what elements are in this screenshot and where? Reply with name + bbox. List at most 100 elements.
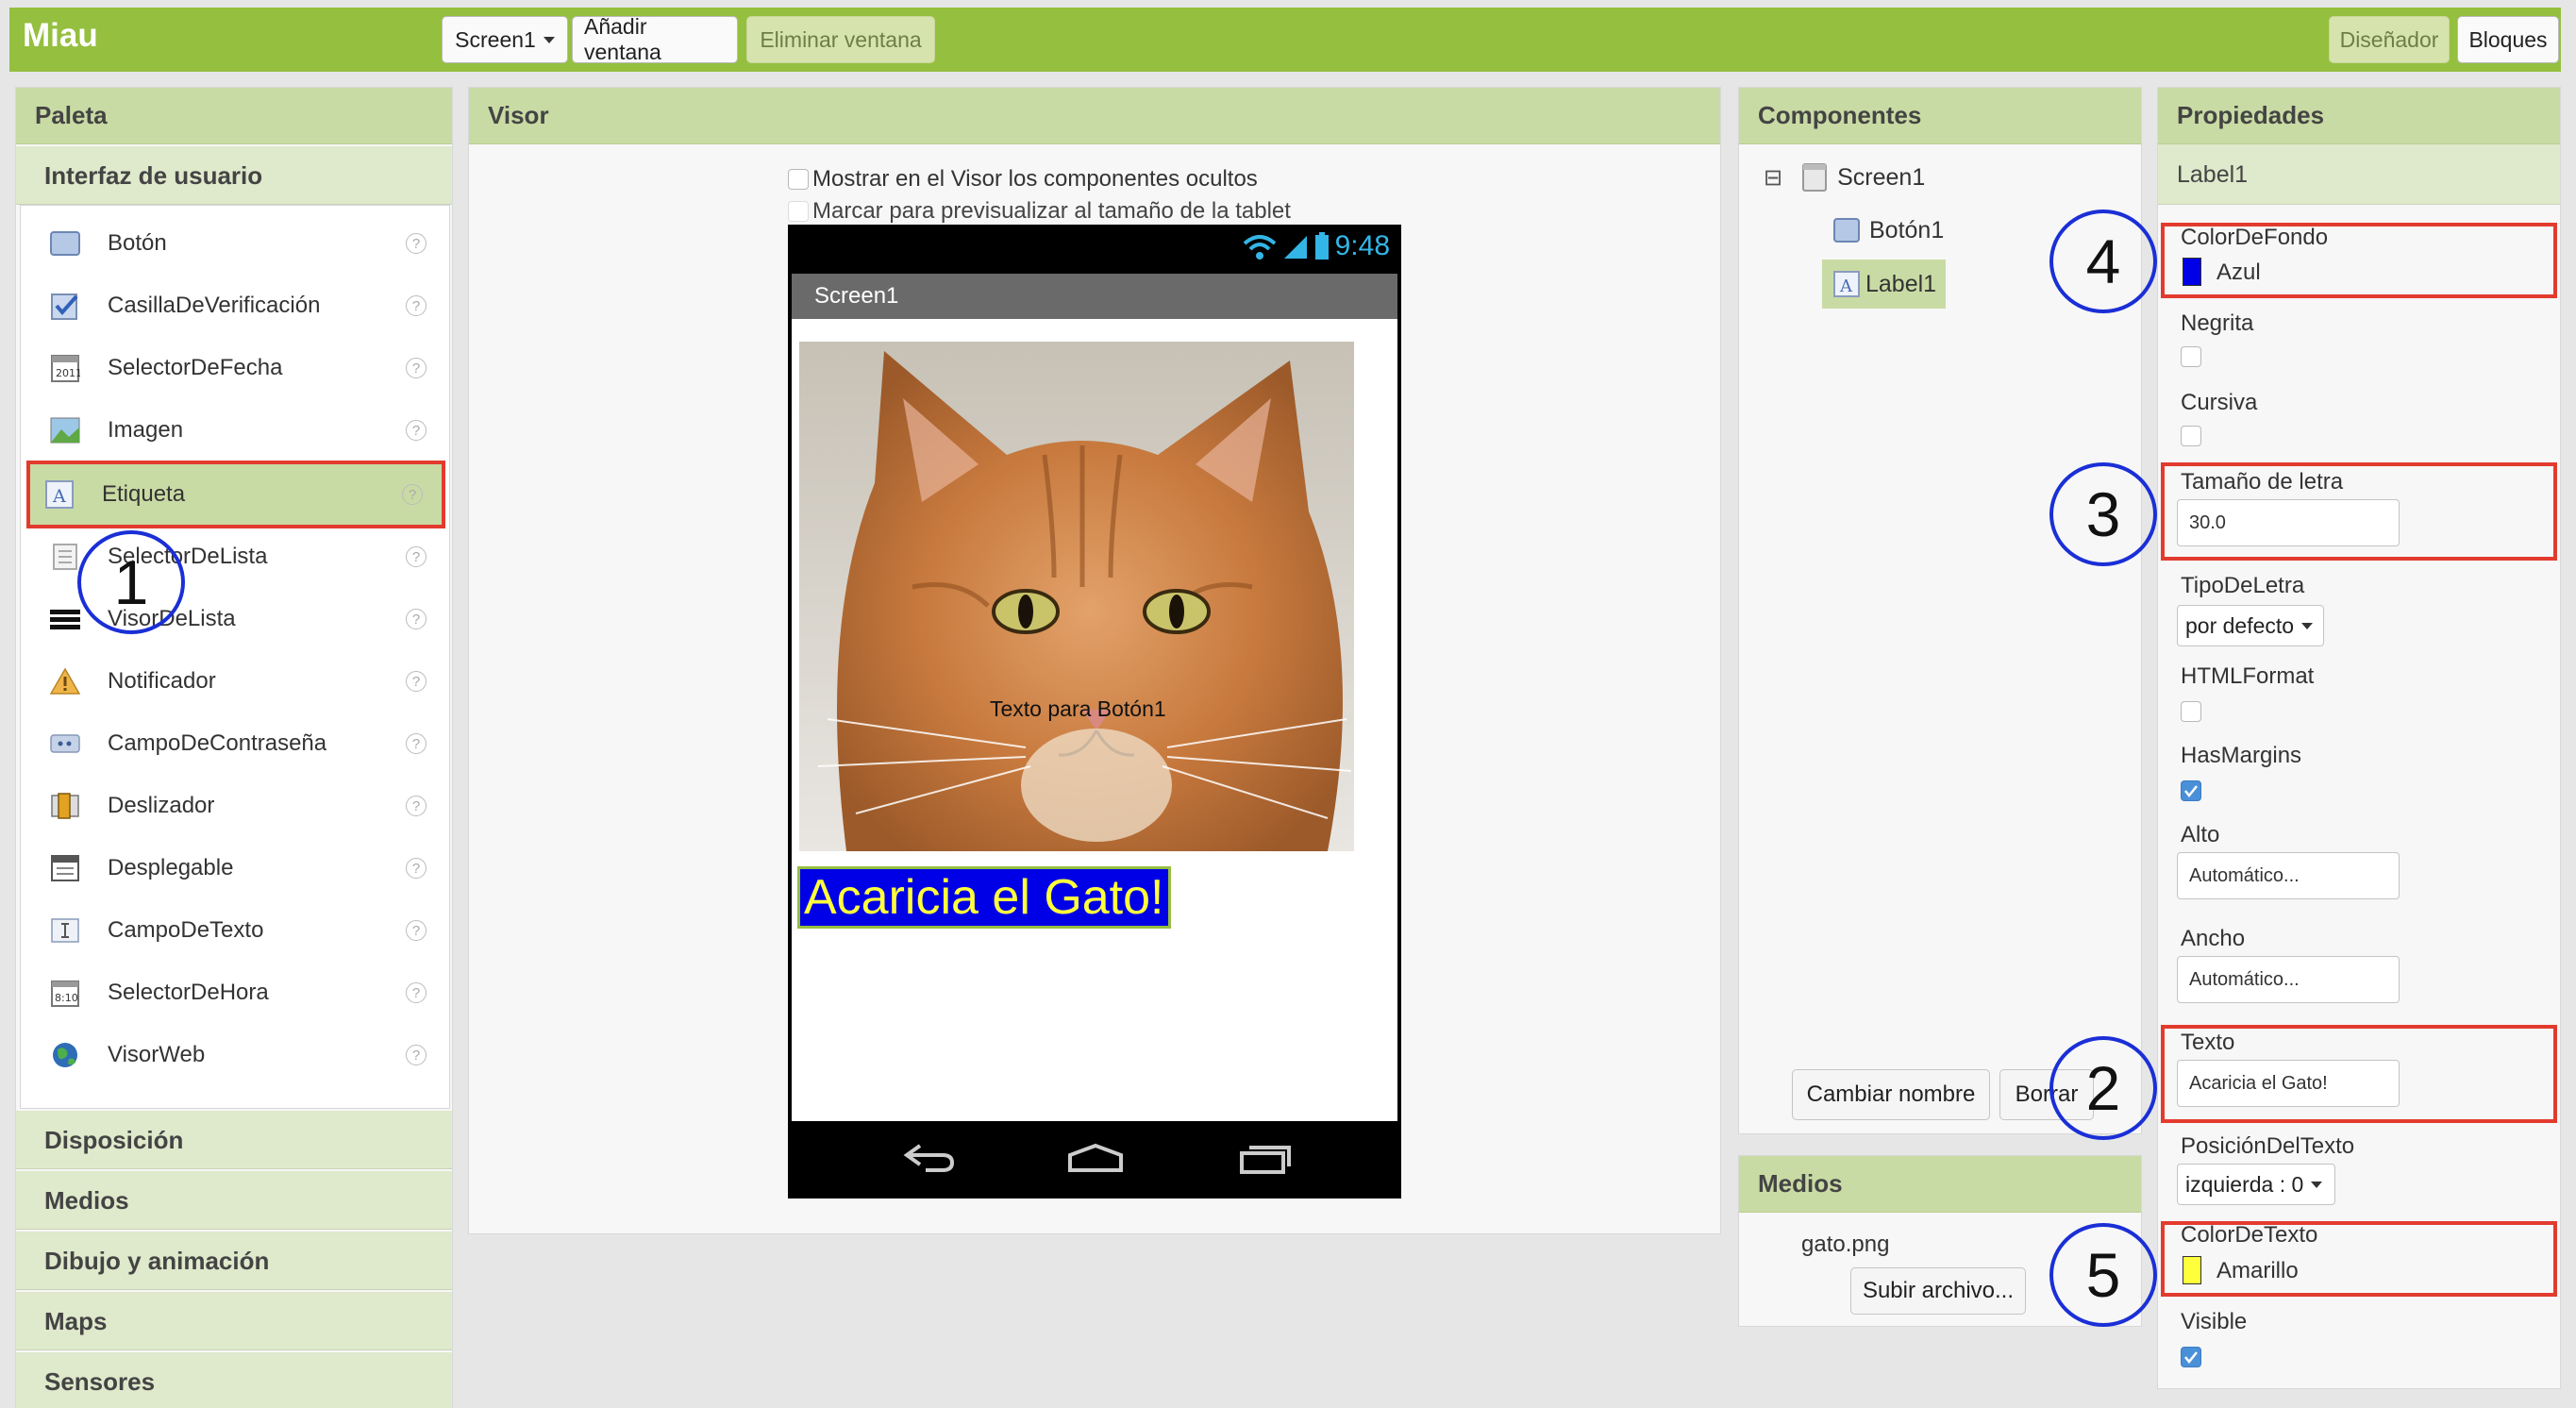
tree-item-label1-selected[interactable]: A Label1 (1822, 260, 1947, 309)
palette-item-button[interactable]: Botón ? (30, 215, 445, 272)
section-media[interactable]: Medios (16, 1171, 452, 1230)
html-format-label: HTMLFormat (2181, 663, 2315, 689)
remove-screen-button[interactable]: Eliminar ventana (746, 16, 935, 63)
palette-item-image[interactable]: Imagen ? (30, 402, 445, 459)
list-picker-icon (49, 541, 81, 573)
highlight-font-size (2161, 462, 2557, 561)
help-icon[interactable]: ? (406, 358, 427, 378)
label-icon: A (43, 478, 75, 511)
textbox-icon (49, 914, 81, 947)
chevron-down-icon (2311, 1181, 2323, 1188)
text-align-select[interactable]: izquierda : 0 (2177, 1164, 2335, 1205)
has-margins-checkbox[interactable] (2181, 780, 2201, 801)
html-format-checkbox[interactable] (2181, 701, 2201, 722)
svg-text:2011: 2011 (56, 367, 80, 379)
visible-label: Visible (2181, 1309, 2248, 1334)
phone-nav-bar (788, 1121, 1401, 1198)
visible-checkbox[interactable] (2181, 1347, 2201, 1367)
callout-2: 2 (2049, 1036, 2157, 1140)
has-margins-label: HasMargins (2181, 743, 2302, 768)
palette-item-time-picker[interactable]: 8:10 SelectorDeHora ? (30, 964, 445, 1021)
palette-list: Botón ? CasillaDeVerificación ? 2011 Sel… (20, 205, 450, 1109)
palette-panel: Paleta Interfaz de usuario Botón ? Casil… (15, 87, 453, 1408)
help-icon[interactable]: ? (406, 233, 427, 254)
bold-label: Negrita (2181, 310, 2254, 336)
check-icon (2184, 785, 2198, 798)
tree-item-button1[interactable]: Botón1 (1833, 216, 1944, 244)
button1-preview-text[interactable]: Texto para Botón1 (990, 696, 1166, 722)
home-icon (1068, 1143, 1123, 1172)
password-icon (49, 728, 81, 760)
help-icon[interactable]: ? (406, 1045, 427, 1065)
collapse-icon[interactable]: ⊟ (1764, 164, 1782, 192)
tree-item-screen1[interactable]: ⊟ Screen1 (1764, 163, 1925, 192)
tablet-preview-label: Marcar para previsualizar al tamaño de l… (812, 198, 1291, 224)
height-label: Alto (2181, 822, 2220, 847)
palette-item-notifier[interactable]: Notificador ? (30, 653, 445, 710)
wifi-icon (1243, 235, 1276, 260)
palette-item-spinner[interactable]: Desplegable ? (30, 840, 445, 897)
show-hidden-label: Mostrar en el Visor los componentes ocul… (812, 166, 1258, 192)
show-hidden-option[interactable]: Mostrar en el Visor los componentes ocul… (788, 166, 1258, 193)
typeface-value: por defecto (2185, 612, 2295, 638)
screen-dropdown[interactable]: Screen1 (442, 16, 568, 63)
help-icon[interactable]: ? (402, 484, 423, 505)
svg-text:A: A (52, 486, 66, 507)
palette-item-label: Etiqueta (102, 481, 186, 507)
palette-item-textbox[interactable]: CampoDeTexto ? (30, 902, 445, 959)
help-icon[interactable]: ? (406, 609, 427, 629)
callout-3: 3 (2049, 462, 2157, 566)
label1-preview[interactable]: Acaricia el Gato! (797, 866, 1171, 929)
height-input[interactable]: Automático... (2177, 852, 2400, 899)
help-icon[interactable]: ? (406, 546, 427, 567)
palette-item-label: SelectorDeHora (108, 980, 269, 1005)
media-file[interactable]: gato.png (1801, 1232, 1889, 1258)
palette-item-label-selected[interactable]: A Etiqueta ? (26, 461, 445, 528)
rename-button[interactable]: Cambiar nombre (1792, 1069, 1990, 1120)
calendar-icon: 2011 (49, 352, 81, 384)
section-user-interface[interactable]: Interfaz de usuario (16, 146, 452, 205)
check-icon (2184, 1351, 2198, 1365)
bold-checkbox[interactable] (2181, 346, 2201, 367)
section-drawing-animation[interactable]: Dibujo y animación (16, 1232, 452, 1290)
section-sensors[interactable]: Sensores (16, 1352, 452, 1408)
tree-item-label: Label1 (1865, 270, 1937, 297)
add-screen-button[interactable]: Añadir ventana (572, 14, 738, 64)
show-hidden-checkbox[interactable] (788, 169, 809, 190)
italic-checkbox[interactable] (2181, 426, 2201, 446)
palette-item-label: CasillaDeVerificación (108, 293, 321, 318)
clock-icon: 8:10 (49, 977, 81, 1009)
typeface-select[interactable]: por defecto (2177, 605, 2324, 646)
palette-item-password[interactable]: CampoDeContraseña ? (30, 715, 445, 772)
battery-icon (1314, 232, 1329, 260)
palette-item-label: CampoDeContraseña (108, 730, 327, 756)
text-align-value: izquierda : 0 (2185, 1171, 2304, 1197)
designer-button[interactable]: Diseñador (2329, 16, 2450, 63)
highlight-bg-color (2161, 223, 2557, 298)
cat-image[interactable]: Texto para Botón1 (799, 342, 1354, 851)
screen-icon (1802, 163, 1828, 192)
help-icon[interactable]: ? (406, 796, 427, 816)
upload-button[interactable]: Subir archivo... (1850, 1267, 2026, 1315)
palette-item-label: Desplegable (108, 855, 234, 880)
help-icon[interactable]: ? (406, 671, 427, 692)
chevron-down-icon (543, 36, 555, 43)
help-icon[interactable]: ? (406, 858, 427, 879)
blocks-button[interactable]: Bloques (2457, 16, 2559, 63)
section-layout[interactable]: Disposición (16, 1111, 452, 1169)
callout-5: 5 (2049, 1223, 2157, 1327)
help-icon[interactable]: ? (406, 982, 427, 1003)
help-icon[interactable]: ? (406, 733, 427, 754)
help-icon[interactable]: ? (406, 295, 427, 316)
section-maps[interactable]: Maps (16, 1292, 452, 1350)
palette-item-slider[interactable]: Deslizador ? (30, 778, 445, 834)
width-input[interactable]: Automático... (2177, 956, 2400, 1003)
tablet-preview-checkbox[interactable] (788, 201, 809, 222)
help-icon[interactable]: ? (406, 420, 427, 441)
help-icon[interactable]: ? (406, 920, 427, 941)
palette-item-web-viewer[interactable]: VisorWeb ? (30, 1027, 445, 1083)
palette-item-date-picker[interactable]: 2011 SelectorDeFecha ? (30, 340, 445, 396)
spinner-icon (49, 852, 81, 884)
palette-item-checkbox[interactable]: CasillaDeVerificación ? (30, 277, 445, 334)
tablet-preview-option[interactable]: Marcar para previsualizar al tamaño de l… (788, 198, 1291, 225)
